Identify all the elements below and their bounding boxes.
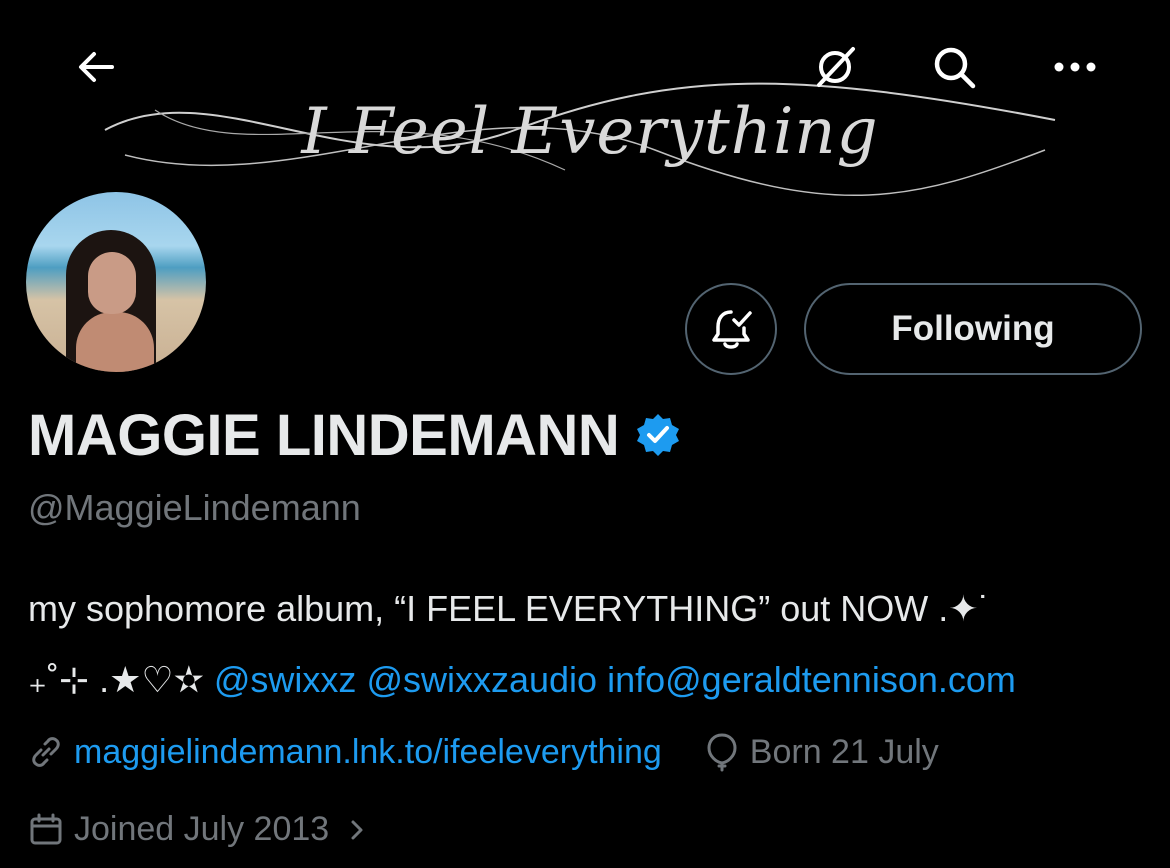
email-link[interactable]: info@geraldtennison.com [607, 659, 1016, 700]
balloon-icon [707, 733, 737, 772]
search-button[interactable] [922, 35, 986, 99]
joined-text: Joined July 2013 [74, 810, 330, 848]
bio-line-2: ₊˚⊹ .★♡✫ @swixxz @swixxzaudio info@geral… [28, 659, 1016, 701]
calendar-icon [30, 813, 62, 844]
handle: @MaggieLindemann [28, 487, 361, 528]
mention-swixxz[interactable]: @swixxz [214, 659, 357, 700]
following-button[interactable]: Following [804, 283, 1142, 375]
name-row: MAGGIE LINDEMANN [28, 400, 681, 470]
bio-decoration: ₊˚⊹ .★♡✫ [28, 659, 204, 700]
arrow-left-icon [79, 52, 114, 82]
avatar-body [76, 312, 154, 372]
search-icon [934, 47, 976, 89]
bell-check-icon [712, 310, 752, 349]
verified-badge-icon[interactable] [635, 412, 681, 458]
profile-banner[interactable]: I Feel Everything [0, 0, 1170, 230]
more-horizontal-icon [1054, 62, 1096, 72]
joined-row[interactable]: Joined July 2013 [28, 810, 369, 849]
grok-button[interactable] [803, 35, 867, 99]
display-name: MAGGIE LINDEMANN [28, 402, 620, 468]
chevron-right-icon [351, 820, 363, 839]
website-link[interactable]: maggielindemann.lnk.to/ifeeleverything [74, 733, 662, 772]
profile-meta-row: maggielindemann.lnk.to/ifeeleverything B… [28, 732, 939, 772]
bio-line-1: my sophomore album, “I FEEL EVERYTHING” … [28, 588, 991, 629]
banner-title: I Feel Everything [301, 95, 879, 169]
link-icon [32, 737, 60, 767]
birthday-item: Born 21 July [704, 732, 939, 772]
avatar[interactable] [26, 192, 206, 372]
more-button[interactable] [1043, 35, 1107, 99]
birthday-text: Born 21 July [749, 732, 939, 771]
notifications-button[interactable] [685, 283, 777, 375]
avatar-face [88, 252, 136, 314]
mention-swixxzaudio[interactable]: @swixxzaudio [366, 659, 597, 700]
website-item[interactable]: maggielindemann.lnk.to/ifeeleverything [28, 733, 662, 772]
back-button[interactable] [64, 35, 128, 99]
joined-item[interactable]: Joined July 2013 [28, 810, 369, 849]
grok-icon [817, 47, 855, 87]
